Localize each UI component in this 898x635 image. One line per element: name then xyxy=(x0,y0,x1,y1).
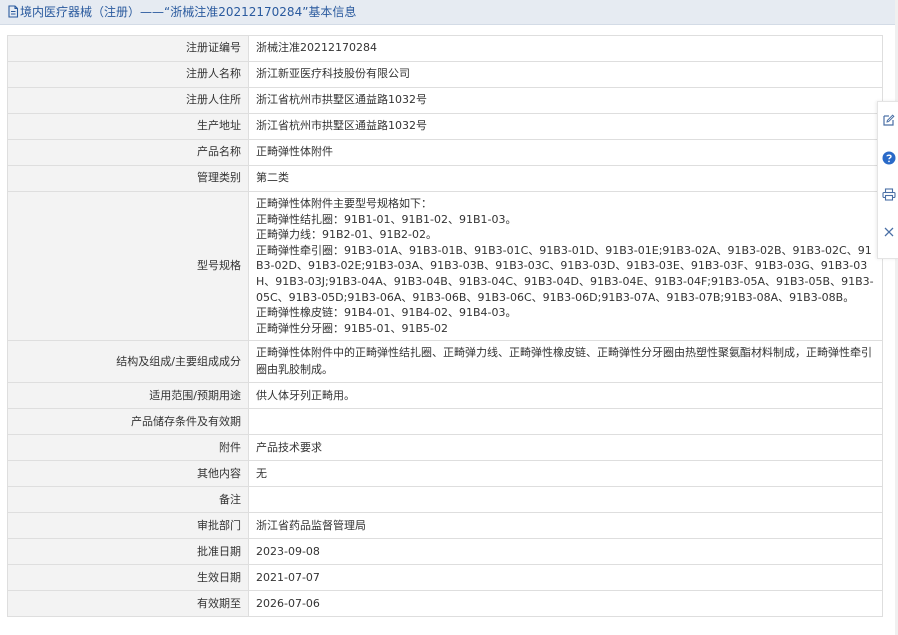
row-label: 适用范围/预期用途 xyxy=(7,382,249,410)
row-label: 其他内容 xyxy=(7,460,249,488)
page-title-text: 境内医疗器械（注册）——“浙械注准20212170284”基本信息 xyxy=(20,5,357,19)
info-panel: 注册证编号 浙械注准20212170284 注册人名称 浙江新亚医疗科技股份有限… xyxy=(7,35,883,635)
row-label: 备注 xyxy=(7,486,249,514)
row-value: 产品技术要求 xyxy=(248,434,883,462)
row-label: 批准日期 xyxy=(7,538,249,566)
row-label: 附件 xyxy=(7,434,249,462)
row-value: 浙江省杭州市拱墅区通益路1032号 xyxy=(248,113,883,140)
print-icon xyxy=(881,188,896,204)
table-row: 批准日期 2023-09-08 xyxy=(7,538,883,566)
table-row: 附件 产品技术要求 xyxy=(7,434,883,462)
page-header: 境内医疗器械（注册）——“浙械注准20212170284”基本信息 xyxy=(0,0,895,25)
table-row-model: 型号规格 正畸弹性体附件主要型号规格如下： 正畸弹性结扎圈：91B1-01、91… xyxy=(7,190,883,342)
row-label: 注册人名称 xyxy=(7,61,249,88)
close-button[interactable] xyxy=(878,215,898,251)
model-spec-line: 正畸弹性结扎圈：91B1-01、91B1-02、91B1-03。 xyxy=(256,212,517,226)
row-label: 注册人住所 xyxy=(7,87,249,114)
side-toolbar xyxy=(877,101,898,259)
info-table: 注册证编号 浙械注准20212170284 注册人名称 浙江新亚医疗科技股份有限… xyxy=(7,35,883,618)
table-row: 生产地址 浙江省杭州市拱墅区通益路1032号 xyxy=(7,113,883,140)
row-label: 生产地址 xyxy=(7,113,249,140)
row-value: 浙江省杭州市拱墅区通益路1032号 xyxy=(248,87,883,114)
row-label: 产品储存条件及有效期 xyxy=(7,408,249,436)
table-row: 注册人名称 浙江新亚医疗科技股份有限公司 xyxy=(7,61,883,88)
model-spec-line: 正畸弹力线：91B2-01、91B2-02。 xyxy=(256,228,438,242)
row-label: 管理类别 xyxy=(7,165,249,192)
row-label: 产品名称 xyxy=(7,139,249,166)
edit-icon xyxy=(882,114,895,130)
help-button[interactable] xyxy=(878,141,898,177)
table-row: 注册人住所 浙江省杭州市拱墅区通益路1032号 xyxy=(7,87,883,114)
row-value: 正畸弹性体附件中的正畸弹性结扎圈、正畸弹力线、正畸弹性橡皮链、正畸弹性分牙圈由热… xyxy=(248,340,883,384)
row-label: 生效日期 xyxy=(7,564,249,592)
model-spec-line: 正畸弹性牵引圈：91B3-01A、91B3-01B、91B3-01C、91B3-… xyxy=(256,243,874,304)
table-row: 其他内容 无 xyxy=(7,460,883,488)
row-label: 注册证编号 xyxy=(7,35,249,62)
row-value: 浙江新亚医疗科技股份有限公司 xyxy=(248,61,883,88)
page-title: 境内医疗器械（注册）——“浙械注准20212170284”基本信息 xyxy=(7,4,356,20)
close-icon xyxy=(883,226,895,241)
print-button[interactable] xyxy=(878,178,898,214)
row-value: 2023-09-08 xyxy=(248,538,883,566)
row-value: 无 xyxy=(248,460,883,488)
row-value: 供人体牙列正畸用。 xyxy=(248,382,883,410)
model-spec-line: 正畸弹性分牙圈：91B5-01、91B5-02 xyxy=(256,321,449,335)
document-icon xyxy=(7,5,19,22)
model-spec-value: 正畸弹性体附件主要型号规格如下： 正畸弹性结扎圈：91B1-01、91B1-02… xyxy=(248,190,883,342)
row-label: 审批部门 xyxy=(7,512,249,540)
row-value: 2026-07-06 xyxy=(248,590,883,618)
row-label: 有效期至 xyxy=(7,590,249,618)
help-icon xyxy=(882,151,896,168)
row-label: 型号规格 xyxy=(7,190,249,342)
table-row: 管理类别 第二类 xyxy=(7,165,883,192)
model-spec-line: 正畸弹性橡皮链：91B4-01、91B4-02、91B4-03。 xyxy=(256,306,517,320)
table-row: 生效日期 2021-07-07 xyxy=(7,564,883,592)
row-value: 第二类 xyxy=(248,165,883,192)
row-value: 正畸弹性体附件 xyxy=(248,139,883,166)
row-value: 2021-07-07 xyxy=(248,564,883,592)
model-spec-line: 正畸弹性体附件主要型号规格如下： xyxy=(256,197,432,210)
table-row: 结构及组成/主要组成成分 正畸弹性体附件中的正畸弹性结扎圈、正畸弹力线、正畸弹性… xyxy=(7,340,883,384)
table-row: 产品名称 正畸弹性体附件 xyxy=(7,139,883,166)
row-value: 浙江省药品监督管理局 xyxy=(248,512,883,540)
table-row: 适用范围/预期用途 供人体牙列正畸用。 xyxy=(7,382,883,410)
table-row: 备注 xyxy=(7,486,883,514)
row-label: 结构及组成/主要组成成分 xyxy=(7,340,249,384)
table-row: 审批部门 浙江省药品监督管理局 xyxy=(7,512,883,540)
table-row: 产品储存条件及有效期 xyxy=(7,408,883,436)
row-value: 浙械注准20212170284 xyxy=(248,35,883,62)
edit-button[interactable] xyxy=(878,104,898,140)
table-row: 有效期至 2026-07-06 xyxy=(7,590,883,618)
table-row: 注册证编号 浙械注准20212170284 xyxy=(7,35,883,62)
row-value xyxy=(248,408,883,436)
row-value xyxy=(248,486,883,514)
